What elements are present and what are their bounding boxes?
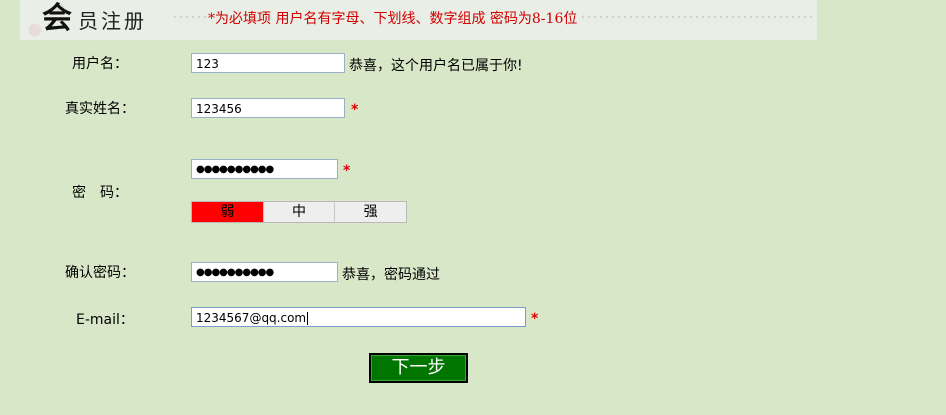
- confirm-password-label: 确认密码：: [65, 265, 135, 281]
- page-header: 会 员注册 *为必填项 用户名有字母、下划线、数字组成 密码为8-16位: [20, 0, 817, 40]
- header-notice: *为必填项 用户名有字母、下划线、数字组成 密码为8-16位: [208, 10, 582, 28]
- email-input-value: 1234567@qq.com: [196, 311, 307, 325]
- next-step-button[interactable]: 下一步: [369, 353, 468, 383]
- confirm-password-message: 恭喜，密码通过: [342, 267, 440, 283]
- header-title-small: 员注册: [78, 9, 147, 33]
- realname-label: 真实姓名：: [65, 101, 135, 117]
- username-label: 用户名：: [72, 56, 128, 72]
- password-required-mark: *: [343, 163, 351, 179]
- strength-strong: 强: [363, 204, 378, 220]
- email-label: E-mail：: [76, 312, 134, 328]
- realname-input[interactable]: 123456: [191, 98, 345, 118]
- header-title-big: 会: [42, 1, 72, 36]
- text-cursor: [307, 312, 309, 325]
- password-label: 密 码：: [72, 185, 128, 201]
- confirm-password-input[interactable]: ●●●●●●●●●●: [191, 262, 338, 282]
- strength-medium: 中: [264, 202, 336, 222]
- email-input[interactable]: 1234567@qq.com: [191, 307, 526, 327]
- email-required-mark: *: [531, 311, 539, 327]
- password-strength-meter: 弱 中 强: [191, 201, 407, 223]
- realname-required-mark: *: [351, 102, 359, 118]
- username-input[interactable]: 123: [191, 53, 345, 73]
- password-input[interactable]: ●●●●●●●●●●: [191, 159, 338, 179]
- strength-weak: 弱: [192, 202, 264, 222]
- username-message: 恭喜，这个用户名已属于你!: [349, 58, 523, 74]
